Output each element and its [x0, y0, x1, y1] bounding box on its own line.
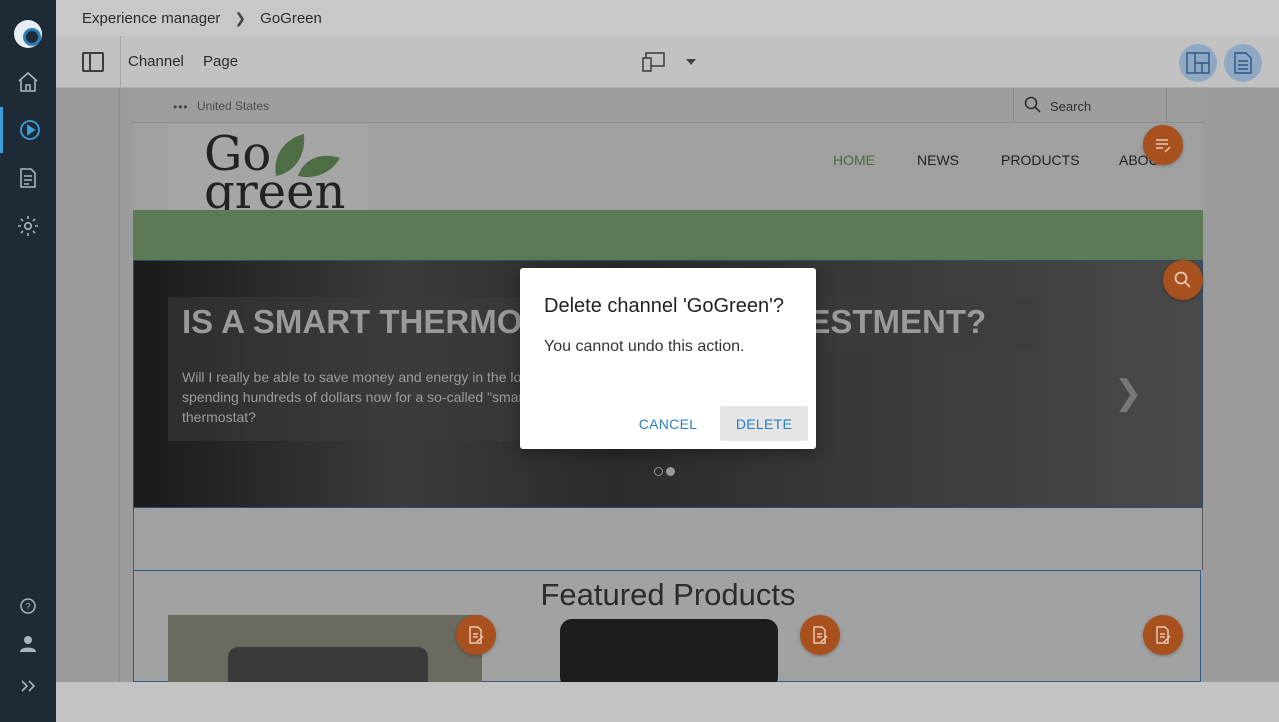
chevron-right-icon: ❯ — [234, 9, 247, 26]
workspace-gutter — [56, 88, 120, 682]
search-icon — [1174, 271, 1191, 288]
edit-content-fab-3[interactable] — [1143, 615, 1183, 655]
delete-channel-dialog: Delete channel 'GoGreen'? You cannot und… — [520, 268, 816, 449]
search-edit-fab[interactable] — [1163, 260, 1203, 300]
edit-menu-fab[interactable] — [1143, 125, 1183, 165]
featured-products-section[interactable]: Featured Products — [133, 570, 1201, 682]
edit-menu-icon — [1156, 139, 1171, 153]
settings-gear-icon[interactable] — [0, 203, 56, 249]
site-topbar: ••• United States Search — [133, 88, 1203, 123]
edit-document-icon — [1156, 626, 1171, 644]
nav-products[interactable]: PRODUCTS — [1001, 152, 1080, 168]
channels-play-icon[interactable] — [0, 107, 56, 153]
dialog-message: You cannot undo this action. — [544, 338, 745, 355]
carousel-dot-active[interactable] — [666, 467, 675, 476]
cancel-button[interactable]: CANCEL — [632, 406, 704, 441]
editor-toolbar: Channel Page — [56, 36, 1279, 88]
empty-container[interactable] — [133, 508, 1203, 570]
channel-menu[interactable]: Channel — [128, 53, 184, 70]
nav-news[interactable]: NEWS — [917, 152, 959, 168]
region-label[interactable]: United States — [197, 99, 269, 113]
carousel-next-icon[interactable]: ❯ — [1114, 373, 1143, 413]
product-image-tablet[interactable] — [560, 619, 778, 682]
ellipsis-icon[interactable]: ••• — [173, 100, 189, 114]
breadcrumb: Experience manager ❯ GoGreen — [56, 0, 1279, 36]
delete-button[interactable]: DELETE — [720, 406, 808, 441]
breadcrumb-current: GoGreen — [260, 9, 322, 27]
page-icon — [1234, 52, 1252, 74]
edit-document-icon — [813, 626, 828, 644]
side-panel-toggle-icon[interactable] — [82, 52, 104, 72]
site-search-label: Search — [1050, 99, 1092, 114]
carousel-dot[interactable] — [654, 467, 663, 476]
home-icon[interactable] — [0, 59, 56, 105]
edit-document-icon — [469, 626, 484, 644]
breadcrumb-root[interactable]: Experience manager — [82, 10, 220, 27]
leaf-icon — [275, 134, 340, 178]
toolbar-divider — [120, 36, 121, 88]
page-menu[interactable]: Page — [203, 53, 238, 70]
layout-icon — [1186, 52, 1210, 74]
caret-down-icon[interactable] — [686, 59, 696, 65]
content-document-icon[interactable] — [0, 155, 56, 201]
dialog-title: Delete channel 'GoGreen'? — [544, 295, 785, 317]
app-logo-icon[interactable] — [14, 20, 42, 48]
edit-content-fab-1[interactable] — [456, 615, 496, 655]
page-structure-button[interactable] — [1179, 44, 1217, 82]
svg-text:?: ? — [25, 602, 30, 612]
green-band — [133, 210, 1203, 260]
bottom-bar — [56, 682, 1279, 722]
left-nav-rail: ? — [0, 0, 56, 722]
page-properties-button[interactable] — [1224, 44, 1262, 82]
user-profile-icon[interactable] — [0, 621, 56, 667]
device-preview-icon[interactable] — [642, 52, 666, 72]
product-image-thermostat[interactable] — [168, 615, 482, 682]
search-icon — [1024, 96, 1041, 113]
carousel-dots — [654, 463, 678, 481]
nav-home[interactable]: HOME — [833, 152, 875, 168]
featured-title: Featured Products — [540, 577, 796, 612]
site-search[interactable]: Search — [1013, 88, 1167, 123]
edit-content-fab-2[interactable] — [800, 615, 840, 655]
expand-rail-icon[interactable] — [0, 663, 56, 709]
